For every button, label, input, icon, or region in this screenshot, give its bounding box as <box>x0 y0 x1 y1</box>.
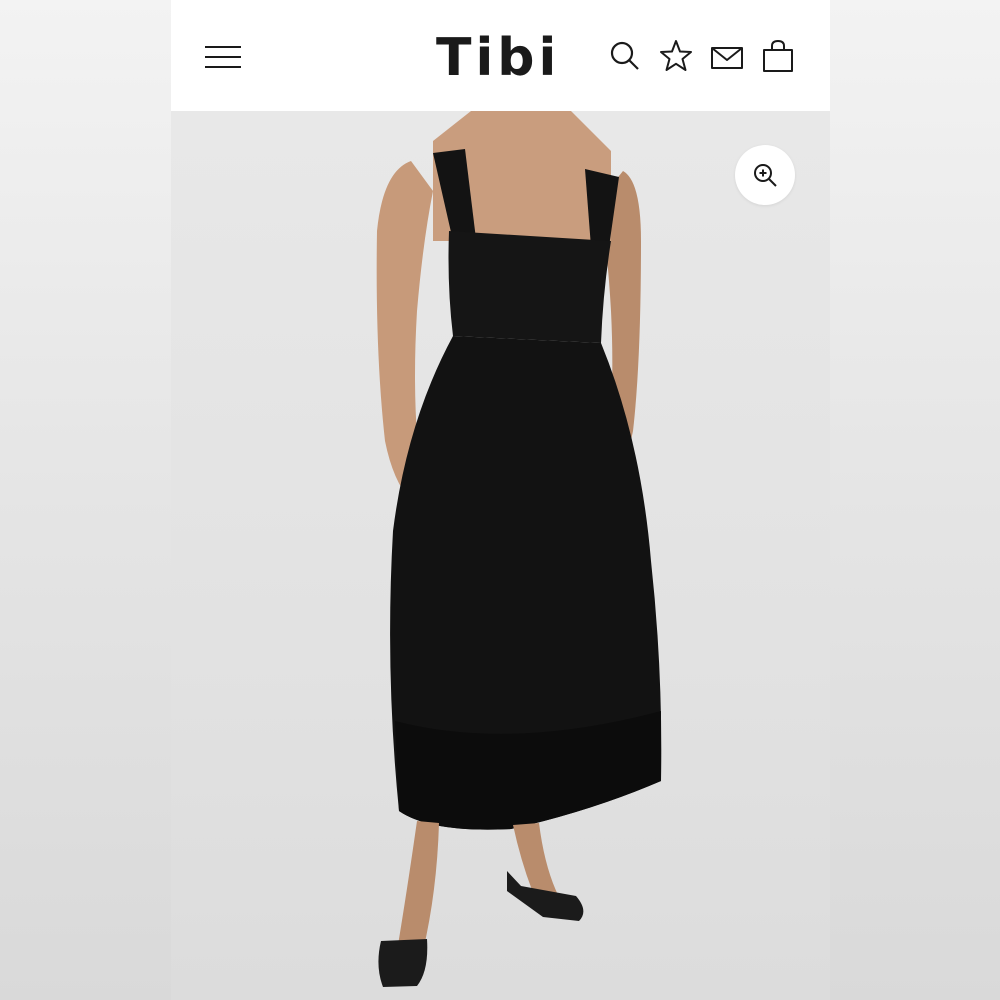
star-icon[interactable] <box>658 38 694 74</box>
product-image[interactable] <box>171 111 830 1000</box>
brand-logo[interactable]: Tibi <box>436 26 560 90</box>
zoom-in-icon[interactable] <box>735 145 795 205</box>
product-page: Tibi <box>171 0 830 1000</box>
model-in-black-dress <box>376 111 662 987</box>
hamburger-menu-icon[interactable] <box>205 44 241 70</box>
left-backdrop <box>0 0 171 1000</box>
right-backdrop <box>829 0 1000 1000</box>
site-header: Tibi <box>171 0 830 111</box>
shopping-bag-icon[interactable] <box>760 38 796 74</box>
search-icon[interactable] <box>607 38 643 74</box>
envelope-icon[interactable] <box>709 38 745 74</box>
